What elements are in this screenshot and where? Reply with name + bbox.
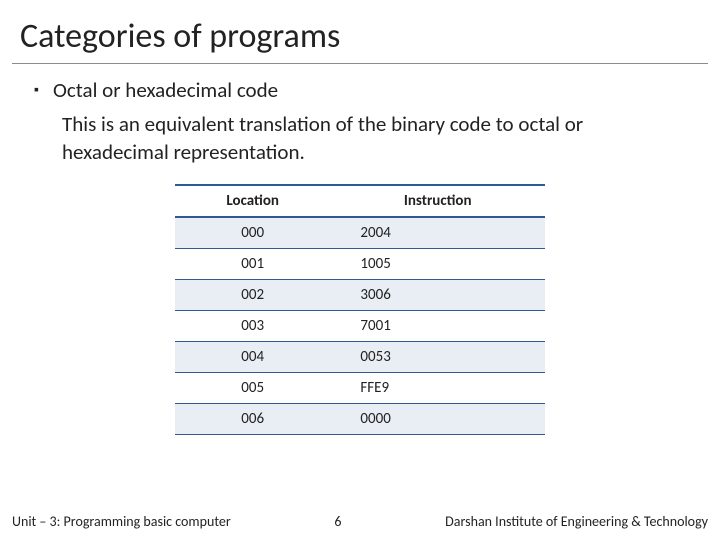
bullet-heading: Octal or hexadecimal code [53, 76, 278, 104]
cell-instruction: 1005 [330, 249, 545, 280]
cell-instruction: 0053 [330, 342, 545, 373]
table-row: 005FFE9 [175, 373, 545, 404]
cell-location: 002 [175, 280, 330, 311]
cell-instruction: 3006 [330, 280, 545, 311]
slide-footer: Unit – 3: Programming basic computer 6 D… [0, 513, 720, 530]
cell-location: 005 [175, 373, 330, 404]
col-header-instruction: Instruction [330, 185, 545, 217]
bullet-paragraph: This is an equivalent translation of the… [34, 110, 634, 166]
cell-instruction: FFE9 [330, 373, 545, 404]
table-row: 0037001 [175, 311, 545, 342]
bullet-icon: ▪ [34, 76, 39, 104]
cell-instruction: 7001 [330, 311, 545, 342]
footer-left: Unit – 3: Programming basic computer [12, 513, 231, 530]
cell-instruction: 0000 [330, 404, 545, 435]
table-row: 0023006 [175, 280, 545, 311]
cell-location: 006 [175, 404, 330, 435]
table-header-row: Location Instruction [175, 185, 545, 217]
col-header-location: Location [175, 185, 330, 217]
table-row: 0002004 [175, 217, 545, 249]
footer-page: 6 [231, 513, 445, 530]
slide-body: ▪ Octal or hexadecimal code This is an e… [0, 70, 720, 435]
bullet-item: ▪ Octal or hexadecimal code [34, 76, 686, 104]
slide-title: Categories of programs [0, 0, 720, 63]
cell-instruction: 2004 [330, 217, 545, 249]
cell-location: 004 [175, 342, 330, 373]
cell-location: 000 [175, 217, 330, 249]
program-table: Location Instruction 0002004001100500230… [175, 184, 545, 435]
cell-location: 003 [175, 311, 330, 342]
table-row: 0040053 [175, 342, 545, 373]
title-divider [12, 63, 708, 64]
slide: Categories of programs ▪ Octal or hexade… [0, 0, 720, 540]
table-row: 0011005 [175, 249, 545, 280]
cell-location: 001 [175, 249, 330, 280]
table-row: 0060000 [175, 404, 545, 435]
footer-right: Darshan Institute of Engineering & Techn… [445, 513, 708, 530]
